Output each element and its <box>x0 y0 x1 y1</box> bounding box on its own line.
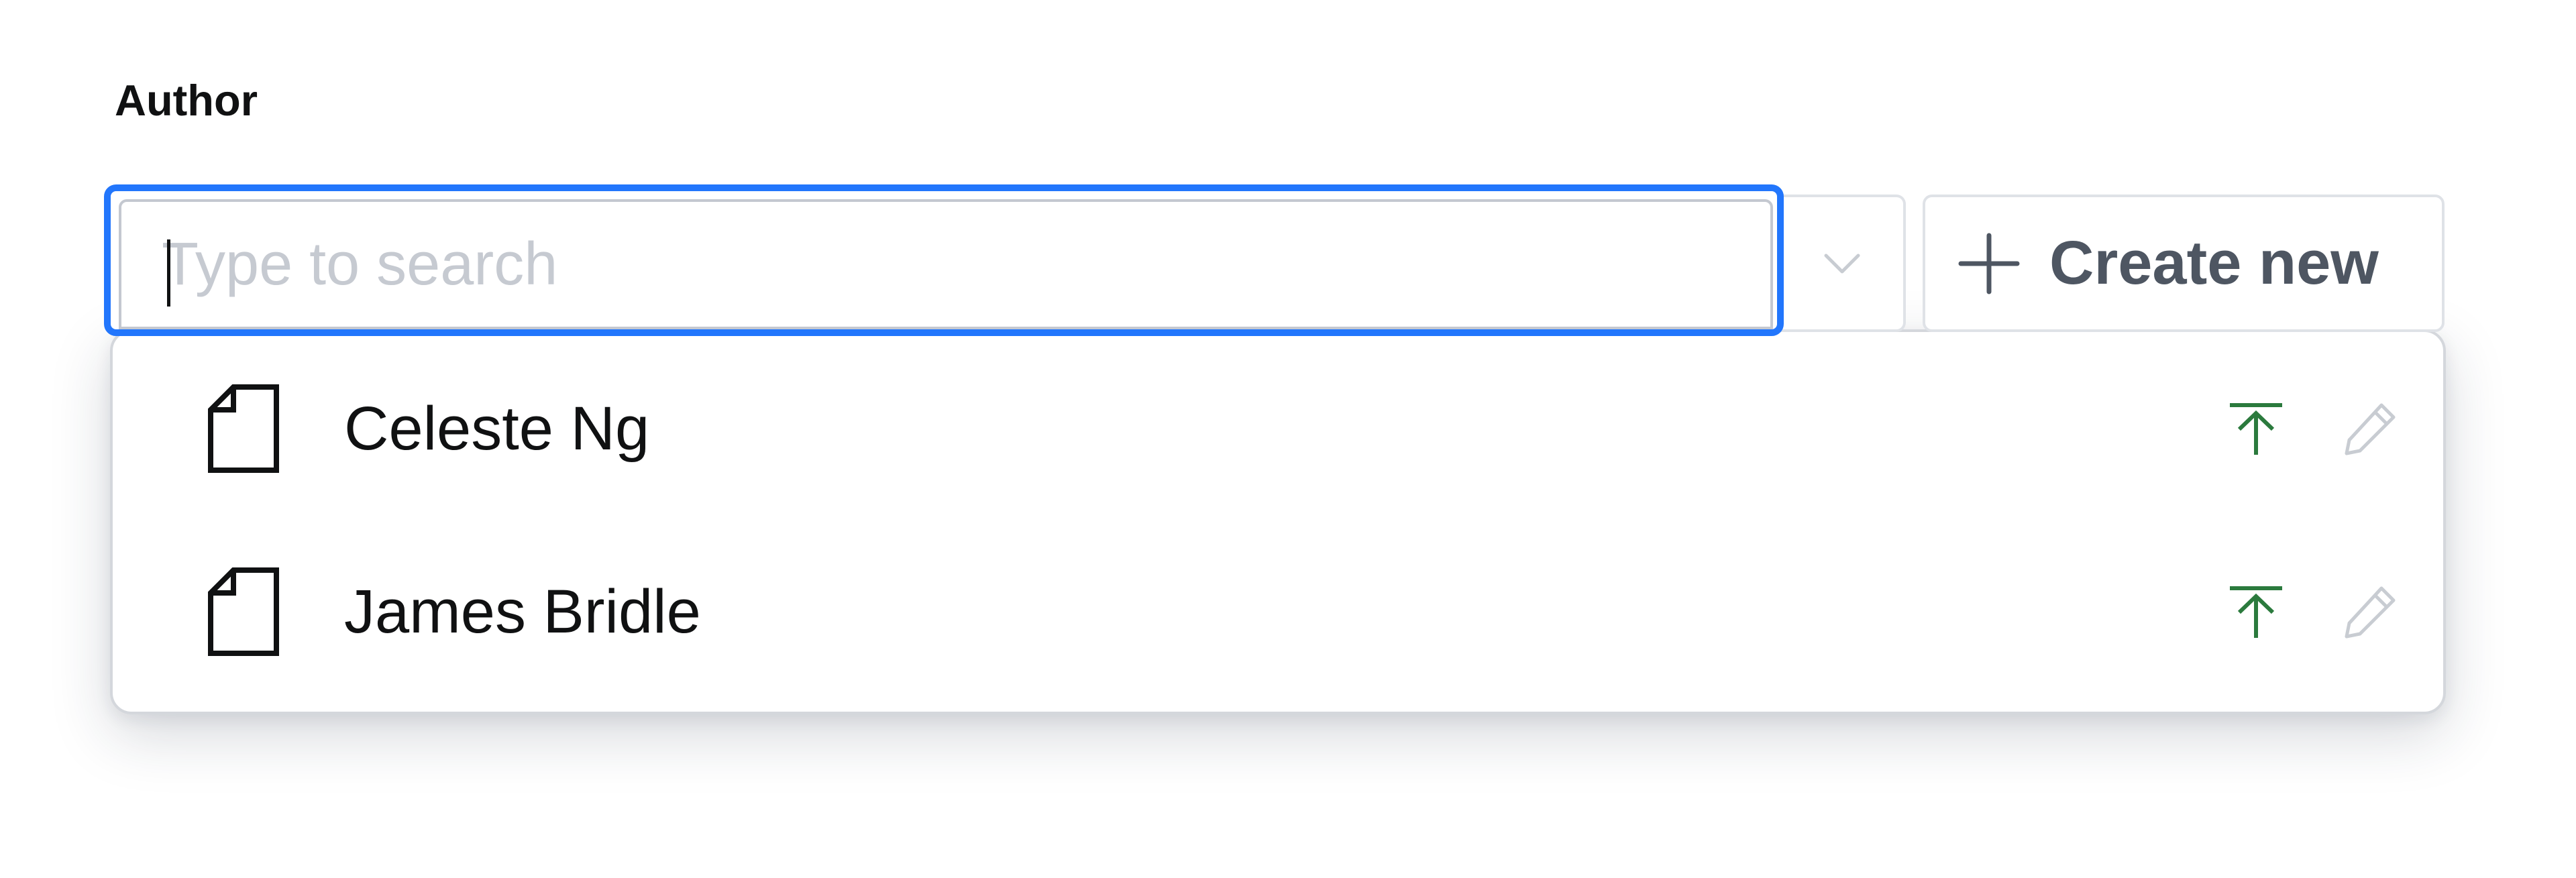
edit-icon[interactable] <box>2340 398 2400 459</box>
option-label: James Bridle <box>344 577 701 646</box>
option-label: Celeste Ng <box>344 394 650 463</box>
option-item[interactable]: James Bridle <box>113 520 2443 703</box>
document-icon <box>208 567 279 656</box>
publish-icon <box>2230 586 2282 638</box>
edit-icon[interactable] <box>2340 582 2400 642</box>
create-new-button[interactable]: Create new <box>1923 195 2445 332</box>
author-options-dropdown: Celeste Ng James Bridle <box>110 329 2446 714</box>
dropdown-toggle-button[interactable] <box>1781 195 1906 332</box>
search-input-inner <box>119 199 1773 329</box>
search-input[interactable] <box>162 202 1705 327</box>
plus-icon <box>1955 230 2023 297</box>
option-item[interactable]: Celeste Ng <box>113 337 2443 520</box>
field-label: Author <box>115 76 258 125</box>
chevron-down-icon <box>1824 254 1860 273</box>
document-icon <box>208 384 279 473</box>
publish-icon <box>2230 403 2282 455</box>
search-input-container[interactable] <box>104 184 1784 336</box>
text-caret <box>167 239 170 307</box>
create-new-label: Create new <box>2049 229 2379 297</box>
